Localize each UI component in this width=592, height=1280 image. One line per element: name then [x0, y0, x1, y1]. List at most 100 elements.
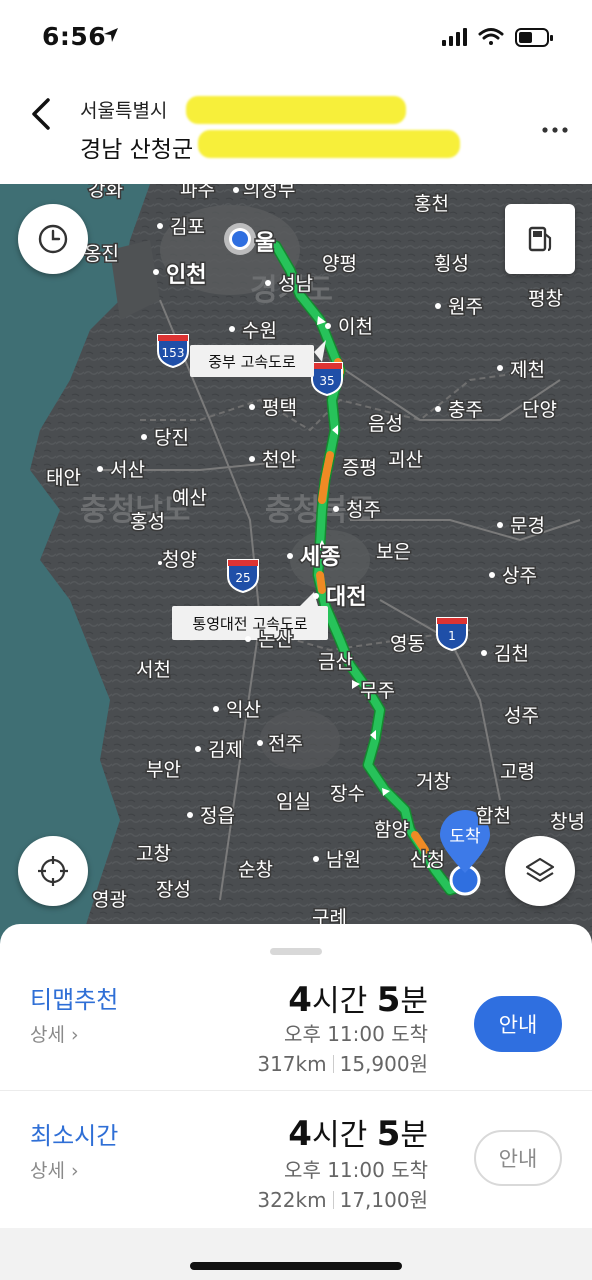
route-stats: 317km 15,900원: [257, 1048, 428, 1077]
route-distance: 322km: [257, 1188, 327, 1212]
back-button[interactable]: [22, 94, 62, 134]
place-label: 울: [255, 231, 275, 256]
place-label: 논산: [258, 629, 293, 651]
crosshair-icon: [38, 856, 68, 886]
fuel-button[interactable]: [505, 204, 575, 274]
highway-shield: 1: [436, 617, 468, 652]
place-label: 제천: [510, 359, 545, 381]
place-label: 보은: [376, 541, 411, 563]
history-button[interactable]: [18, 204, 88, 274]
place-label: 고창: [136, 843, 171, 865]
redaction-mark: [198, 130, 460, 158]
place-label: 순창: [238, 859, 273, 881]
place-label: 대전: [326, 585, 366, 610]
bottom-strip: [0, 1228, 592, 1280]
place-label: 산청: [410, 849, 445, 871]
place-label: 괴산: [388, 449, 423, 471]
place-label: 당진: [154, 427, 189, 449]
destination-text[interactable]: 경남 산청군: [80, 130, 193, 164]
route-name[interactable]: 최소시간: [30, 1116, 118, 1151]
route-arrival: 오후 11:00 도착: [284, 1158, 428, 1182]
place-label: 옹진: [84, 243, 119, 265]
redaction-mark: [186, 96, 406, 124]
place-label: 예산: [172, 487, 207, 509]
place-label: 김제: [208, 739, 243, 761]
place-label: 영동: [390, 633, 425, 655]
place-label: 횡성: [434, 253, 469, 275]
highway-shield: 25: [227, 559, 259, 594]
place-label: 홍성: [130, 511, 165, 533]
place-label: 평창: [528, 288, 563, 310]
place-label: 파주: [180, 184, 215, 201]
more-dots-icon: [542, 127, 568, 133]
place-label: 거창: [416, 771, 451, 793]
route-name[interactable]: 티맵추천: [30, 980, 118, 1015]
place-label: 영광: [92, 889, 127, 911]
place-label: 서천: [136, 659, 171, 681]
place-label: 함양: [374, 819, 409, 841]
place-label: 태안: [46, 467, 81, 489]
place-label: 익산: [226, 699, 261, 721]
svg-text:1: 1: [448, 629, 456, 643]
place-label: 음성: [368, 413, 403, 435]
layers-icon: [525, 857, 555, 883]
svg-text:35: 35: [319, 374, 334, 388]
place-label: 창녕: [550, 811, 585, 833]
route-option[interactable]: 티맵추천 상세 › 4시간 5분 오후 11:00 도착 317km 15,900…: [0, 924, 592, 1076]
place-label: 정읍: [200, 805, 235, 827]
map-canvas[interactable]: 경기도 충청남도 충청북도 도착 153 35 25 1 중부 고속도로 통영대…: [0, 184, 592, 944]
route-duration: 4시간 5분: [288, 980, 428, 1020]
map-view[interactable]: 경기도 충청남도 충청북도 도착 153 35 25 1 중부 고속도로 통영대…: [0, 184, 592, 944]
place-label: 문경: [510, 515, 545, 537]
battery-icon: [515, 28, 553, 47]
locate-button[interactable]: [18, 836, 88, 906]
layers-button[interactable]: [505, 836, 575, 906]
place-label: 상주: [502, 565, 537, 587]
chevron-left-icon: [32, 98, 50, 130]
place-label: 장수: [330, 783, 365, 805]
place-label: 남원: [326, 849, 361, 871]
place-label: 강화: [88, 184, 123, 201]
route-arrival: 오후 11:00 도착: [284, 1022, 428, 1046]
route-divider: [0, 1090, 592, 1091]
highway-shield: 153: [157, 334, 189, 369]
more-button[interactable]: [542, 112, 568, 140]
place-label: 양평: [322, 253, 357, 275]
route-sheet: 티맵추천 상세 › 4시간 5분 오후 11:00 도착 317km 15,900…: [0, 924, 592, 1280]
home-indicator[interactable]: [190, 1262, 402, 1270]
origin-text[interactable]: 서울특별시: [80, 96, 167, 123]
guide-button[interactable]: 안내: [474, 1130, 562, 1186]
place-label: 서산: [110, 459, 145, 481]
gas-pump-icon: [528, 226, 552, 252]
route-header: 서울특별시 경남 산청군: [0, 72, 592, 184]
place-label: 전주: [268, 733, 303, 755]
place-label: 장성: [156, 879, 191, 901]
place-label: 성남: [278, 273, 313, 295]
place-label: 이천: [338, 316, 373, 338]
place-label: 단양: [522, 399, 557, 421]
place-label: 충주: [448, 399, 483, 421]
svg-text:153: 153: [162, 346, 185, 360]
place-label: 홍천: [414, 193, 449, 215]
place-label: 청주: [346, 499, 381, 521]
route-option[interactable]: 최소시간 상세 › 4시간 5분 오후 11:00 도착 322km 17,100…: [0, 1090, 592, 1226]
route-detail-link[interactable]: 상세 ›: [30, 1156, 79, 1183]
place-label: 금산: [318, 651, 353, 673]
place-label: 김천: [494, 643, 529, 665]
guide-button[interactable]: 안내: [474, 996, 562, 1052]
route-fare: 17,100원: [339, 1188, 428, 1212]
route-fare: 15,900원: [339, 1052, 428, 1076]
status-icons: [442, 26, 562, 52]
status-time: 6:56: [42, 22, 107, 51]
wifi-icon: [478, 28, 504, 45]
place-label: 청양: [162, 549, 197, 571]
place-label: 무주: [360, 680, 395, 702]
place-label: 부안: [146, 759, 181, 781]
clock-icon: [38, 224, 68, 254]
route-duration: 4시간 5분: [288, 1114, 428, 1154]
route-detail-link[interactable]: 상세 ›: [30, 1020, 79, 1047]
place-label: 성주: [504, 705, 539, 727]
status-bar: 6:56: [0, 0, 592, 72]
place-label: 합천: [476, 805, 511, 827]
place-label: 인천: [166, 263, 206, 288]
